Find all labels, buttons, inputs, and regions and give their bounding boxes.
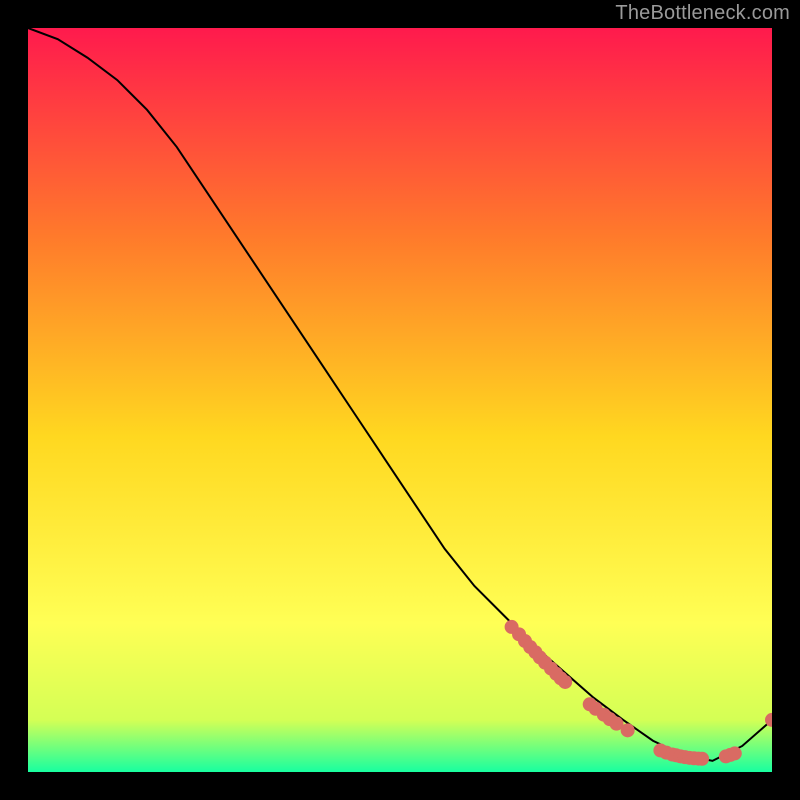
chart-background [28, 28, 772, 772]
chart-svg [28, 28, 772, 772]
attribution-label: TheBottleneck.com [615, 2, 790, 25]
data-point [728, 746, 742, 760]
data-point [558, 675, 572, 689]
data-point [621, 723, 635, 737]
data-point [695, 752, 709, 766]
plot-area [28, 28, 772, 772]
chart-container: TheBottleneck.com [0, 0, 800, 800]
